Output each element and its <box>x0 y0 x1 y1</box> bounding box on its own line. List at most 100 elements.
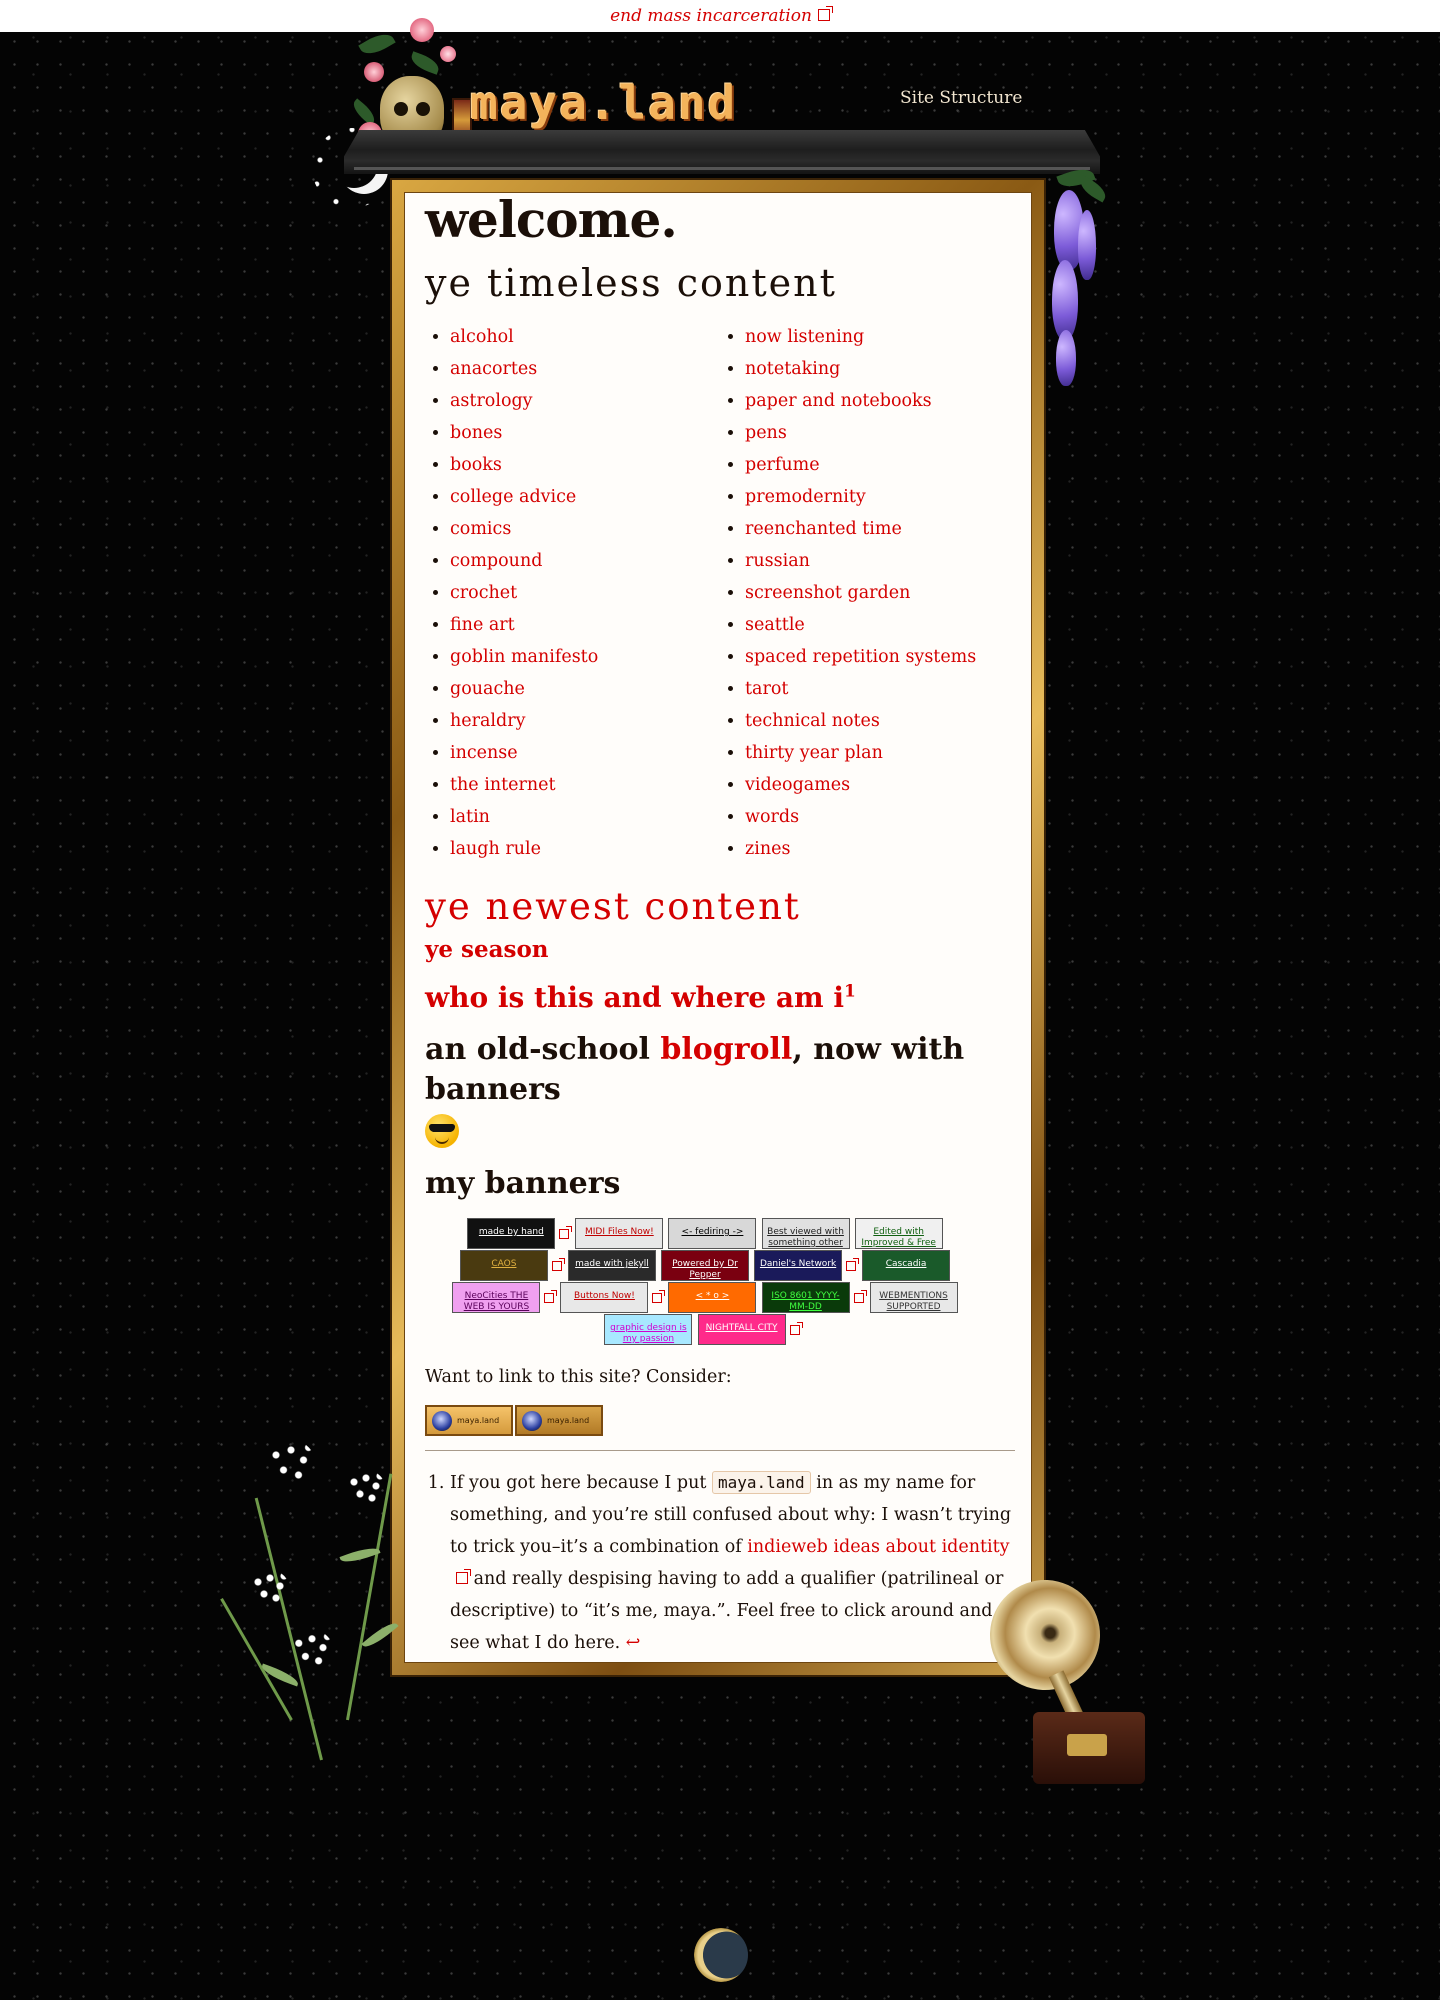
banner-label: WEBMENTIONS SUPPORTED <box>879 1291 948 1312</box>
web-banner-button[interactable]: NeoCities THE WEB IS YOURS <box>452 1282 541 1313</box>
banner-label: NeoCities THE WEB IS YOURS <box>463 1291 530 1312</box>
topic-link[interactable]: goblin manifesto <box>450 647 598 667</box>
web-banner-button[interactable]: < * o > <box>668 1282 757 1313</box>
season-link[interactable]: ye season <box>425 936 1015 963</box>
blogroll-link[interactable]: blogroll <box>660 1032 792 1067</box>
list-item: anacortes <box>450 353 720 385</box>
list-item: spaced repetition systems <box>745 641 1015 673</box>
main-content: welcome. ye timeless content alcohol anac… <box>425 190 1015 1659</box>
topic-link[interactable]: anacortes <box>450 359 537 379</box>
maya-land-banner-alt[interactable]: maya.land <box>515 1405 603 1436</box>
external-link-icon <box>817 6 833 21</box>
topic-link[interactable]: crochet <box>450 583 517 603</box>
topic-link[interactable]: tarot <box>745 679 788 699</box>
rose <box>364 62 384 82</box>
web-banner-button[interactable]: Cascadia <box>862 1250 951 1281</box>
web-banner-button[interactable]: CAOS <box>459 1250 548 1281</box>
banner-label: graphic design is my passion <box>610 1323 687 1344</box>
web-banner-button[interactable]: <- fediring -> <box>668 1218 757 1249</box>
topic-link[interactable]: notetaking <box>745 359 840 379</box>
page-title: welcome. <box>425 190 678 249</box>
web-banner-button[interactable]: graphic design is my passion <box>604 1314 693 1345</box>
topic-link[interactable]: zines <box>745 839 790 859</box>
list-item: screenshot garden <box>745 577 1015 609</box>
topic-link[interactable]: now listening <box>745 327 864 347</box>
list-item: goblin manifesto <box>450 641 720 673</box>
topic-link[interactable]: books <box>450 455 502 475</box>
banner-label: < * o > <box>695 1291 730 1301</box>
footnote-ref[interactable]: 1 <box>844 982 856 1002</box>
site-logo[interactable]: maya.land <box>470 76 737 130</box>
web-banner-button[interactable]: NIGHTFALL CITY <box>697 1314 786 1345</box>
banner-label: CAOS <box>491 1259 517 1269</box>
rose <box>440 46 456 62</box>
topic-link[interactable]: gouache <box>450 679 525 699</box>
web-banner-button[interactable]: Edited with Improved & Free <box>854 1218 943 1249</box>
web-banner-button[interactable]: WEBMENTIONS SUPPORTED <box>869 1282 958 1313</box>
list-item: compound <box>450 545 720 577</box>
topic-link[interactable]: comics <box>450 519 511 539</box>
topic-link[interactable]: alcohol <box>450 327 514 347</box>
topic-link[interactable]: pens <box>745 423 787 443</box>
topic-link[interactable]: fine art <box>450 615 515 635</box>
top-link-label: end mass incarceration <box>610 6 812 26</box>
topic-link[interactable]: screenshot garden <box>745 583 910 603</box>
topic-link[interactable]: heraldry <box>450 711 525 731</box>
wisteria-bunch <box>1052 260 1078 340</box>
topic-link[interactable]: premodernity <box>745 487 866 507</box>
site-structure-link[interactable]: Site Structure <box>900 88 1022 108</box>
leaf <box>358 28 396 60</box>
topic-link[interactable]: bones <box>450 423 502 443</box>
topic-link[interactable]: the internet <box>450 775 556 795</box>
season-link-label[interactable]: ye season <box>425 936 549 963</box>
topic-link[interactable]: incense <box>450 743 518 763</box>
list-item: gouache <box>450 673 720 705</box>
web-banner-button[interactable]: ISO 8601 YYYY-MM-DD <box>761 1282 850 1313</box>
who-link[interactable]: who is this and where am i1 <box>425 981 1015 1014</box>
web-banner-button[interactable]: MIDI Files Now! <box>575 1218 664 1249</box>
rose <box>410 18 434 42</box>
banner-label: Best viewed with something other than Sa… <box>767 1227 844 1248</box>
flower-cluster <box>250 1570 290 1610</box>
end-mass-incarceration-link[interactable]: end mass incarceration <box>610 6 833 26</box>
web-banner-button[interactable]: made by hand <box>467 1218 556 1249</box>
list-item: comics <box>450 513 720 545</box>
indieweb-link-label: indieweb ideas about identity <box>747 1537 1010 1557</box>
wildflower-illustration <box>220 1430 420 1761</box>
topic-link[interactable]: reenchanted time <box>745 519 902 539</box>
topic-link[interactable]: thirty year plan <box>745 743 883 763</box>
topic-link[interactable]: videogames <box>745 775 850 795</box>
my-banner-row: maya.land maya.land <box>425 1405 1015 1436</box>
footnote-code: maya.land <box>711 1471 811 1494</box>
banner-label: ISO 8601 YYYY-MM-DD <box>771 1291 840 1312</box>
topic-link[interactable]: laugh rule <box>450 839 541 859</box>
web-banner-button[interactable]: Powered by Dr Pepper <box>661 1250 749 1281</box>
banner-label: Daniel's Network <box>759 1259 837 1269</box>
maya-land-banner[interactable]: maya.land <box>425 1405 513 1436</box>
banner-label: Edited with Improved & Free <box>861 1227 936 1248</box>
topic-link[interactable]: seattle <box>745 615 805 635</box>
web-banner-button[interactable]: made with jekyll <box>567 1250 656 1281</box>
topic-link[interactable]: astrology <box>450 391 533 411</box>
topic-link[interactable]: russian <box>745 551 810 571</box>
topic-link[interactable]: perfume <box>745 455 820 475</box>
external-link-icon <box>789 1321 803 1335</box>
timeless-list: alcohol anacortes astrology bones books colle… <box>425 321 1015 865</box>
web-banner-button[interactable]: Daniel's Network <box>754 1250 843 1281</box>
leaf <box>349 98 379 126</box>
topic-link[interactable]: spaced repetition systems <box>745 647 976 667</box>
topic-link[interactable]: latin <box>450 807 490 827</box>
topic-link[interactable]: compound <box>450 551 542 571</box>
footnote-backref-icon[interactable]: ↩ <box>626 1633 641 1653</box>
topic-link[interactable]: college advice <box>450 487 576 507</box>
topic-link[interactable]: paper and notebooks <box>745 391 932 411</box>
topic-link[interactable]: words <box>745 807 799 827</box>
who-link-label[interactable]: who is this and where am i <box>425 981 844 1014</box>
banner-label: made with jekyll <box>575 1259 649 1269</box>
list-item: latin <box>450 801 720 833</box>
list-item: premodernity <box>745 481 1015 513</box>
topic-link[interactable]: technical notes <box>745 711 880 731</box>
web-banner-button[interactable]: Best viewed with something other than Sa… <box>761 1218 850 1249</box>
web-banner-button[interactable]: Buttons Now! <box>560 1282 649 1313</box>
list-item: alcohol <box>450 321 720 353</box>
